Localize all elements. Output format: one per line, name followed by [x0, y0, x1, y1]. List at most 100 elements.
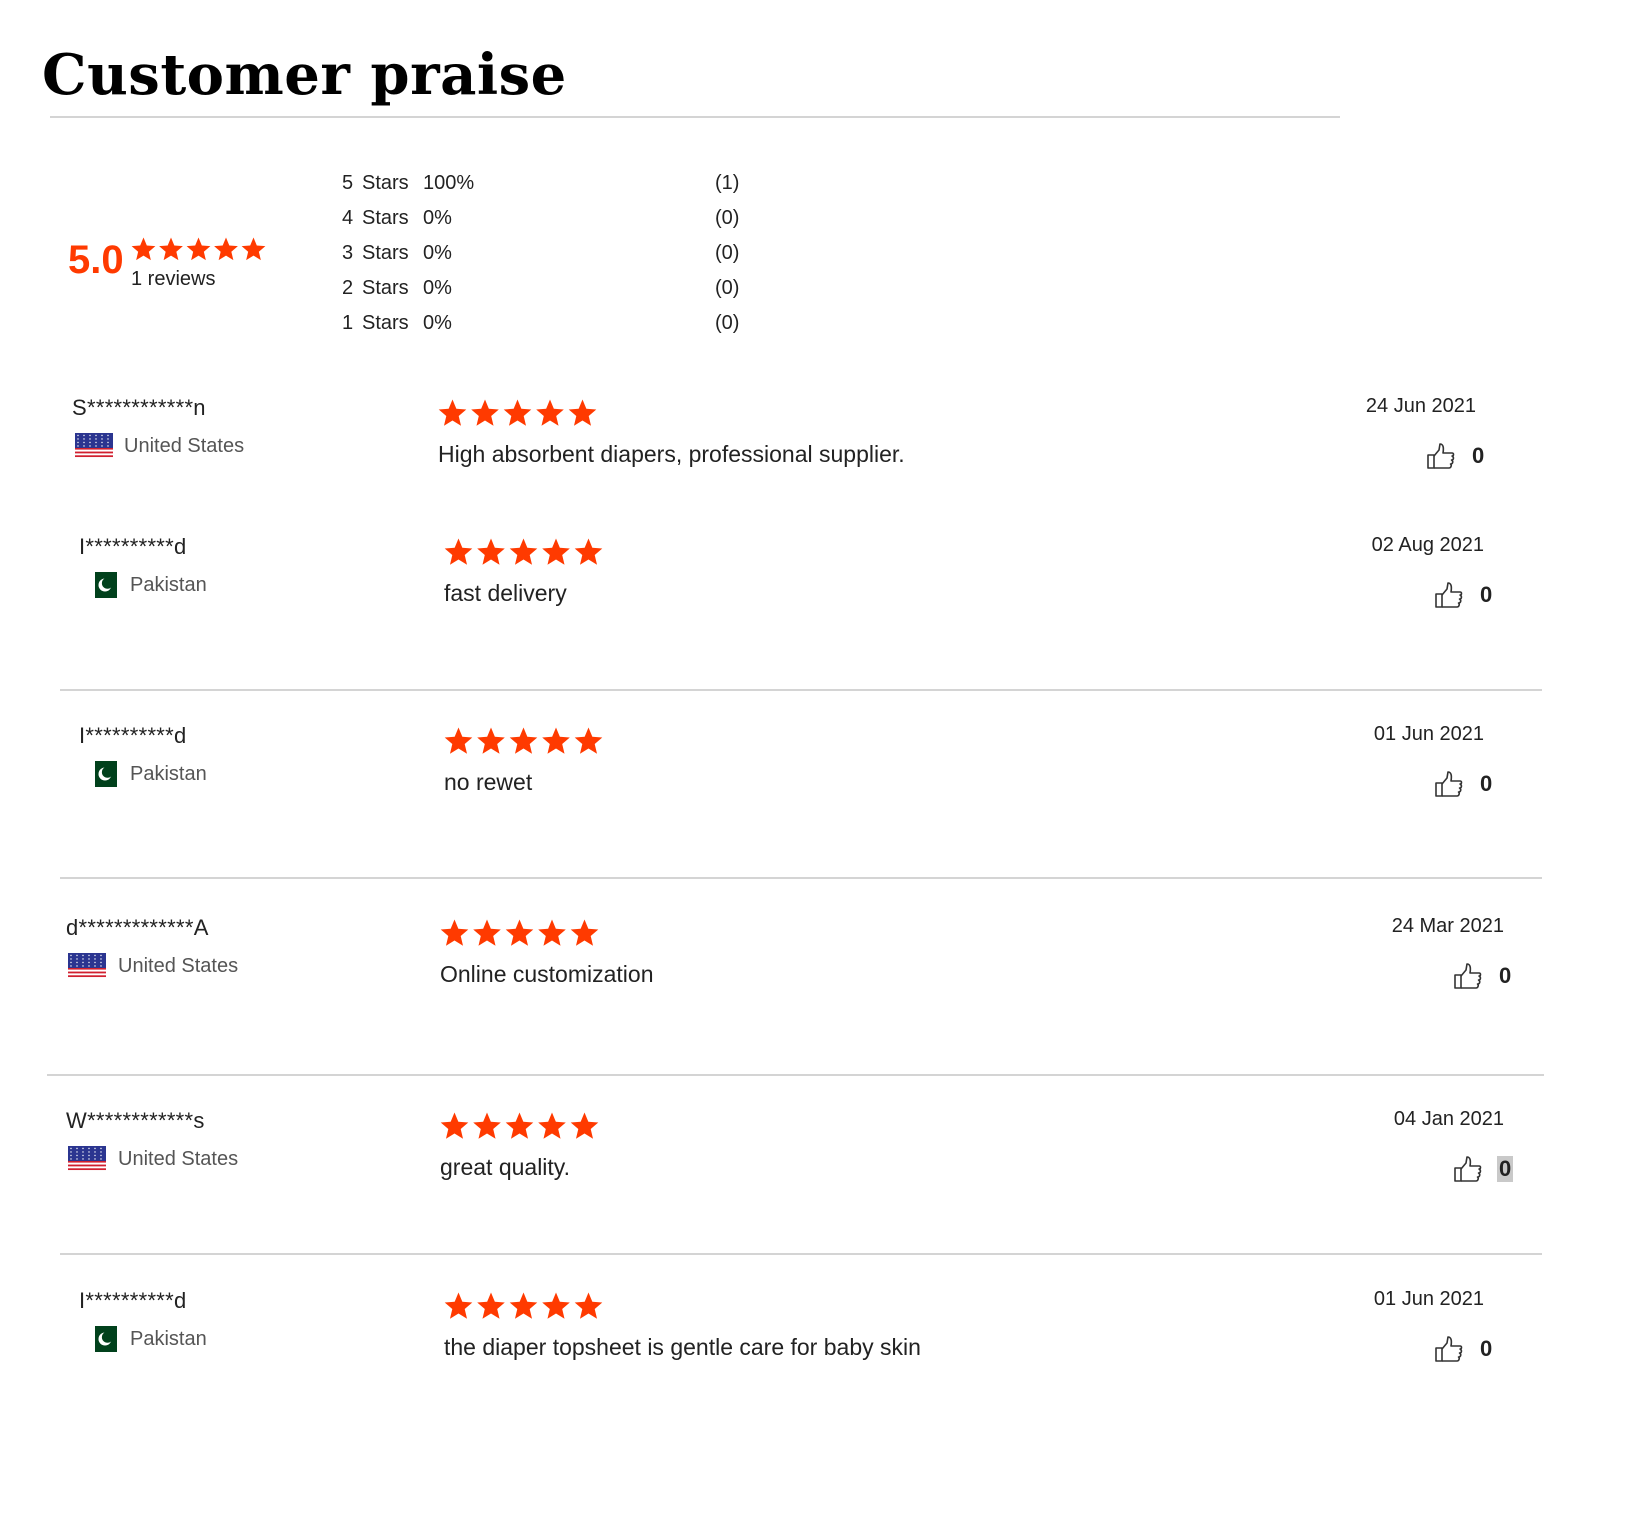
- reviewer-country: Pakistan: [130, 763, 207, 785]
- star-icon: [509, 538, 538, 565]
- star-icon: [471, 399, 499, 426]
- rating-distribution-row[interactable]: 5 Stars 100% (1): [0, 172, 800, 202]
- star-icon: [444, 727, 473, 754]
- star-level: 2: [342, 277, 354, 299]
- star-percent: 0%: [423, 207, 452, 229]
- reviewer-name: I**********d: [79, 534, 187, 559]
- star-percent: 0%: [423, 312, 452, 334]
- star-percent: 0%: [423, 242, 452, 264]
- star-icon: [570, 919, 599, 946]
- star-icon: [440, 919, 469, 946]
- star-icon: [503, 399, 532, 426]
- star-icon: [509, 727, 538, 754]
- star-icon: [444, 538, 473, 565]
- review-text: great quality.: [440, 1154, 570, 1180]
- like-button[interactable]: 0: [1434, 580, 1504, 614]
- star-icon: [568, 399, 597, 426]
- review-date: 01 Jun 2021: [1373, 1288, 1484, 1310]
- star-icon: [473, 1112, 501, 1139]
- like-button[interactable]: 0: [1426, 441, 1496, 475]
- review-divider: [47, 1074, 1544, 1076]
- rating-distribution-row[interactable]: 4 Stars 0% (0): [0, 207, 800, 237]
- star-icon: [505, 1112, 534, 1139]
- us-flag-icon: [68, 1146, 106, 1172]
- star-icon: [536, 399, 564, 426]
- rating-distribution-row[interactable]: 1 Stars 0% (0): [0, 312, 800, 342]
- star-icon: [505, 919, 534, 946]
- review-stars: [444, 727, 603, 754]
- review-date: 24 Mar 2021: [1391, 915, 1504, 937]
- review-date: 04 Jan 2021: [1393, 1108, 1504, 1130]
- like-count: 0: [1497, 1156, 1514, 1182]
- star-count: (0): [715, 277, 740, 299]
- review-date: 01 Jun 2021: [1373, 723, 1484, 745]
- review-divider: [60, 1253, 1542, 1255]
- star-icon: [542, 1292, 570, 1319]
- star-count: (0): [715, 312, 740, 334]
- reviewer-name: d*************A: [66, 915, 209, 940]
- like-button[interactable]: 0: [1453, 961, 1523, 995]
- star-count: (0): [715, 207, 740, 229]
- reviewer-country: United States: [118, 955, 239, 977]
- reviewer-country: United States: [124, 435, 245, 457]
- like-count: 0: [1472, 443, 1485, 468]
- like-button[interactable]: 0: [1453, 1154, 1523, 1188]
- star-icon: [570, 1112, 599, 1139]
- star-icon: [477, 727, 505, 754]
- review-divider: [60, 689, 1542, 691]
- review-stars: [440, 1112, 599, 1139]
- review-text: High absorbent diapers, professional sup…: [438, 441, 905, 467]
- star-icon: [542, 538, 570, 565]
- star-count: (1): [715, 172, 740, 194]
- like-count: 0: [1499, 963, 1512, 988]
- stars-label: Stars: [362, 277, 409, 299]
- star-count: (0): [715, 242, 740, 264]
- star-icon: [473, 919, 501, 946]
- like-count: 0: [1480, 771, 1493, 796]
- review-stars: [444, 538, 603, 565]
- star-icon: [444, 1292, 473, 1319]
- star-icon: [440, 1112, 469, 1139]
- star-icon: [477, 1292, 505, 1319]
- reviewer-country: Pakistan: [130, 574, 207, 596]
- reviewer-country: United States: [118, 1148, 239, 1170]
- rating-distribution-row[interactable]: 3 Stars 0% (0): [0, 242, 800, 272]
- like-button[interactable]: 0: [1434, 769, 1504, 803]
- review-stars: [438, 399, 597, 426]
- stars-label: Stars: [362, 172, 409, 194]
- review-stars: [440, 919, 599, 946]
- star-icon: [477, 538, 505, 565]
- review-item: I**********d Pakistan the diaper topsheet …: [0, 0, 1631, 1362]
- review-text: Online customization: [440, 961, 654, 987]
- star-level: 5: [342, 172, 354, 194]
- stars-label: Stars: [362, 207, 409, 229]
- star-icon: [574, 538, 603, 565]
- stars-label: Stars: [362, 242, 409, 264]
- review-date: 24 Jun 2021: [1365, 395, 1476, 417]
- review-date: 02 Aug 2021: [1371, 534, 1484, 556]
- us-flag-icon: [75, 433, 113, 459]
- star-icon: [574, 1292, 603, 1319]
- star-level: 4: [342, 207, 354, 229]
- reviewer-country: Pakistan: [130, 1328, 207, 1350]
- review-text: fast delivery: [444, 580, 567, 606]
- us-flag-icon: [68, 953, 106, 979]
- star-level: 3: [342, 242, 354, 264]
- star-percent: 100%: [423, 172, 475, 194]
- reviewer-name: I**********d: [79, 723, 187, 748]
- pk-flag-icon: [89, 1326, 127, 1352]
- rating-distribution-row[interactable]: 2 Stars 0% (0): [0, 277, 800, 307]
- star-icon: [538, 1112, 566, 1139]
- star-icon: [438, 399, 467, 426]
- stars-label: Stars: [362, 312, 409, 334]
- like-count: 0: [1480, 582, 1493, 607]
- review-stars: [444, 1292, 603, 1319]
- star-icon: [538, 919, 566, 946]
- star-icon: [509, 1292, 538, 1319]
- star-level: 1: [342, 312, 354, 334]
- pk-flag-icon: [89, 572, 127, 598]
- pk-flag-icon: [89, 761, 127, 787]
- review-text: the diaper topsheet is gentle care for b…: [444, 1334, 921, 1360]
- review-divider: [60, 877, 1542, 879]
- like-button[interactable]: 0: [1434, 1334, 1504, 1368]
